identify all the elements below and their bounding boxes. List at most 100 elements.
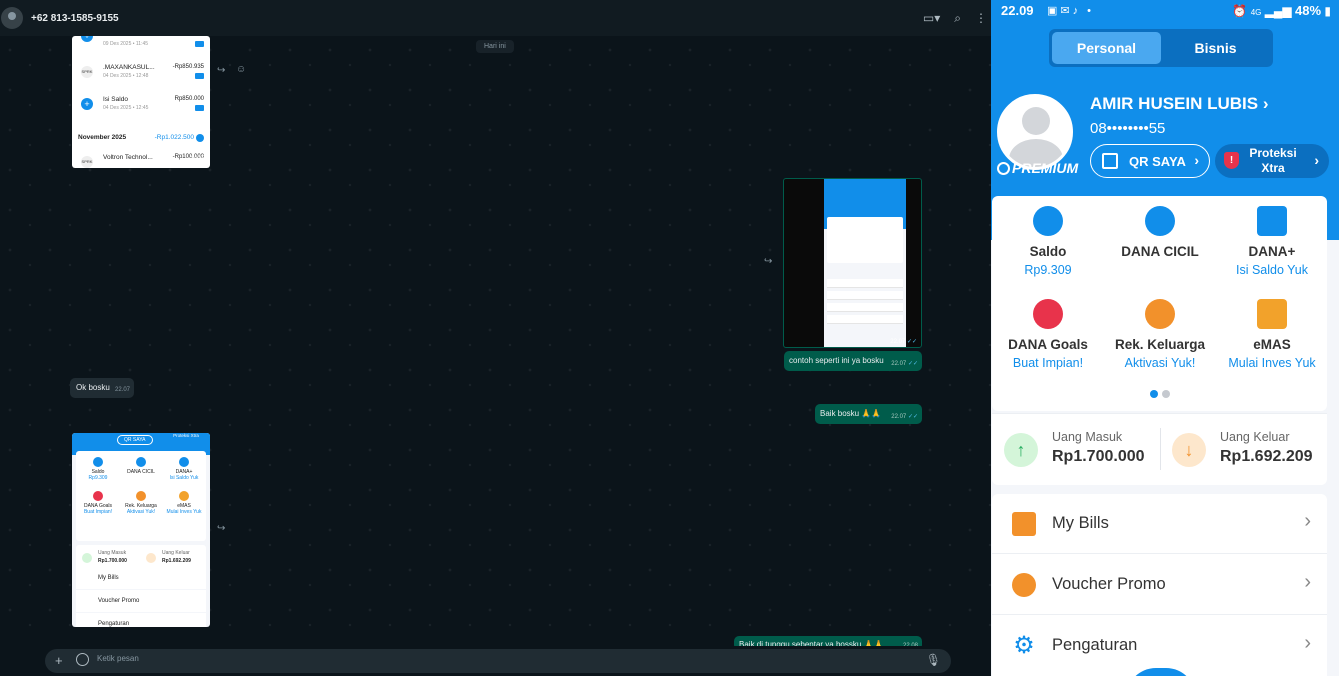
proteksi-xtra-button[interactable]: ! Proteksi Xtra › <box>1215 144 1329 178</box>
menu-item: My Bills <box>76 567 206 589</box>
message-outgoing[interactable]: contoh seperti ini ya bosku 22.07 ✓✓ <box>784 351 922 371</box>
dana-logo-icon <box>997 162 1010 175</box>
image-message-history[interactable]: + 09 Des 2025 • 11:45 SPRK .MAXANKASUL..… <box>72 36 210 168</box>
chat-window: +62 813-1585-9155 ▭▾ ⌕ ⋮ Hari ini + 09 D… <box>0 0 991 676</box>
account-type-toggle: Personal Bisnis <box>1049 29 1273 67</box>
chevron-right-icon: › <box>1314 152 1319 168</box>
forward-icon[interactable]: ↪ <box>217 523 225 534</box>
sticker-icon[interactable] <box>76 653 89 666</box>
user-phone: 08••••••••55 <box>1090 120 1166 137</box>
tx-date: 04 Des 2025 • 12:48 <box>103 73 149 79</box>
composer: + 🎙 <box>0 646 991 676</box>
plus-icon: + <box>81 98 93 110</box>
qr-saya-button[interactable]: QR SAYA › <box>1090 144 1210 178</box>
menu-my-bills[interactable]: My Bills › <box>992 494 1327 554</box>
menu-voucher-promo[interactable]: Voucher Promo › <box>992 555 1327 615</box>
attach-plus-icon[interactable]: + <box>55 653 63 668</box>
composer-box: + 🎙 <box>45 649 951 673</box>
contact-avatar[interactable] <box>1 7 23 29</box>
list-item: + 09 Des 2025 • 11:45 <box>72 36 210 62</box>
menu-list: My Bills › Voucher Promo › ⚙ Pengaturan … <box>992 494 1327 676</box>
menu-item: Voucher Promo <box>76 590 206 612</box>
shield-alert-icon: ! <box>1224 152 1239 169</box>
menu-pengaturan[interactable]: ⚙ Pengaturan › <box>992 616 1327 676</box>
wallet-icon <box>1033 206 1063 236</box>
cashflow-summary: ↑ Uang Masuk Rp1.700.000 ↓ Uang Keluar R… <box>992 413 1327 485</box>
uang-keluar[interactable]: ↓ Uang Keluar Rp1.692.209 <box>1160 414 1327 486</box>
search-icon[interactable]: ⌕ <box>954 12 961 24</box>
feature-dana-cicil[interactable]: DANA CICIL <box>1104 206 1216 263</box>
tab-bisnis[interactable]: Bisnis <box>1161 32 1270 64</box>
dana-app-screen: 22.09 ▣✉♪ • ⏰ 4G ▂▄▆ 48% ▮ Personal Bisn… <box>991 0 1339 676</box>
list-item: + Isi Saldo 04 Des 2025 • 12:45 Rp850.00… <box>72 94 210 120</box>
family-icon <box>1145 299 1175 329</box>
feature-grid: Saldo Rp9.309 DANA CICIL DANA+ Isi Saldo… <box>992 196 1327 411</box>
tx-name: .MAXANKASUL... <box>103 64 155 71</box>
month-header: November 2025 -Rp1.022.500 <box>72 131 210 145</box>
image-message-dana-home[interactable]: QR SAYA Proteksi Xtra Saldo Rp9.309 DANA … <box>72 433 210 627</box>
plus-icon: + <box>81 36 93 42</box>
signal-icon: ▂▄▆ <box>1264 4 1292 18</box>
premium-badge: PREMIUM <box>997 160 1078 176</box>
cicil-icon <box>1145 206 1175 236</box>
alarm-icon: ⏰ <box>1232 4 1248 18</box>
bills-icon <box>1012 512 1036 536</box>
chevron-icon <box>196 134 204 142</box>
feature-rek-keluarga[interactable]: Rek. Keluarga Aktivasi Yuk! <box>1104 299 1216 370</box>
merchant-icon: SPRK <box>81 66 93 78</box>
header-actions: ▭▾ ⌕ ⋮ <box>923 0 991 36</box>
tag-icon <box>195 73 204 79</box>
gold-icon <box>1257 299 1287 329</box>
tx-date: 04 Des 2025 • 12:45 <box>103 105 149 111</box>
message-outgoing[interactable]: Baik bosku 🙏🙏 22.07 ✓✓ <box>815 404 922 424</box>
chevron-right-icon: › <box>1304 632 1311 654</box>
tx-amount: Rp850.000 <box>174 96 204 102</box>
feature-dana-plus[interactable]: DANA+ Isi Saldo Yuk <box>1216 206 1328 277</box>
gear-icon: ⚙ <box>1013 632 1035 659</box>
menu-item: Pengaturan <box>76 613 206 627</box>
msg-time: 22.07 ✓✓ <box>890 339 917 345</box>
tx-name: Isi Saldo <box>103 96 128 103</box>
chevron-right-icon: › <box>1304 571 1311 593</box>
feature-emas[interactable]: eMAS Mulai Inves Yuk <box>1216 299 1328 370</box>
tag-icon <box>195 41 204 47</box>
feature-grid: Saldo Rp9.309 DANA CICIL DANA+ Isi Saldo Y… <box>76 451 206 541</box>
kebab-menu-icon[interactable]: ⋮ <box>975 12 987 24</box>
notification-icons: ▣✉♪ • <box>1047 5 1095 17</box>
status-bar: 22.09 ▣✉♪ • ⏰ 4G ▂▄▆ 48% ▮ <box>991 0 1339 24</box>
status-time: 22.09 <box>1001 3 1034 18</box>
video-call-icon[interactable]: ▭▾ <box>923 12 940 24</box>
proteksi-chip: Proteksi Xtra <box>173 433 199 438</box>
mic-icon[interactable]: 🎙 <box>926 653 941 667</box>
forward-icon[interactable]: ↪ <box>764 256 772 267</box>
voucher-icon <box>1012 573 1036 597</box>
image-message-phone[interactable]: 22.07 ✓✓ <box>783 178 922 348</box>
arrow-down-icon: ↓ <box>1172 433 1206 467</box>
chevron-right-icon: › <box>1194 152 1199 168</box>
uang-masuk[interactable]: ↑ Uang Masuk Rp1.700.000 <box>992 414 1160 486</box>
network-label: 4G <box>1250 8 1262 17</box>
merchant-icon: SPRK <box>81 156 93 168</box>
forward-icon[interactable]: ↪ <box>217 65 225 76</box>
feature-dana-goals[interactable]: DANA Goals Buat Impian! <box>992 299 1104 370</box>
plus-cross-icon <box>1257 206 1287 236</box>
chevron-right-icon: › <box>1304 510 1311 532</box>
contact-name[interactable]: +62 813-1585-9155 <box>31 13 119 24</box>
feature-saldo[interactable]: Saldo Rp9.309 <box>992 206 1104 277</box>
emoji-react-icon[interactable]: ☺ <box>236 64 246 75</box>
message-incoming[interactable]: Ok bosku 22.07 <box>70 378 134 398</box>
tab-personal[interactable]: Personal <box>1052 32 1161 64</box>
battery-icon: ▮ <box>1324 4 1331 18</box>
tx-date: 09 Des 2025 • 11:45 <box>103 41 149 47</box>
qr-code-icon <box>1102 153 1118 169</box>
qr-chip: QR SAYA <box>117 435 153 445</box>
chevron-right-icon: › <box>1262 94 1269 113</box>
page-indicator <box>1150 385 1174 403</box>
user-name[interactable]: AMIR HUSEIN LUBIS › <box>1090 94 1269 114</box>
target-icon <box>1033 299 1063 329</box>
arrow-up-icon: ↑ <box>1004 433 1038 467</box>
chat-header: +62 813-1585-9155 ▭▾ ⌕ ⋮ <box>0 0 991 36</box>
message-input[interactable] <box>97 654 877 663</box>
profile-avatar[interactable] <box>997 94 1073 170</box>
list-item: SPRK .MAXANKASUL... 04 Des 2025 • 12:48 … <box>72 62 210 88</box>
